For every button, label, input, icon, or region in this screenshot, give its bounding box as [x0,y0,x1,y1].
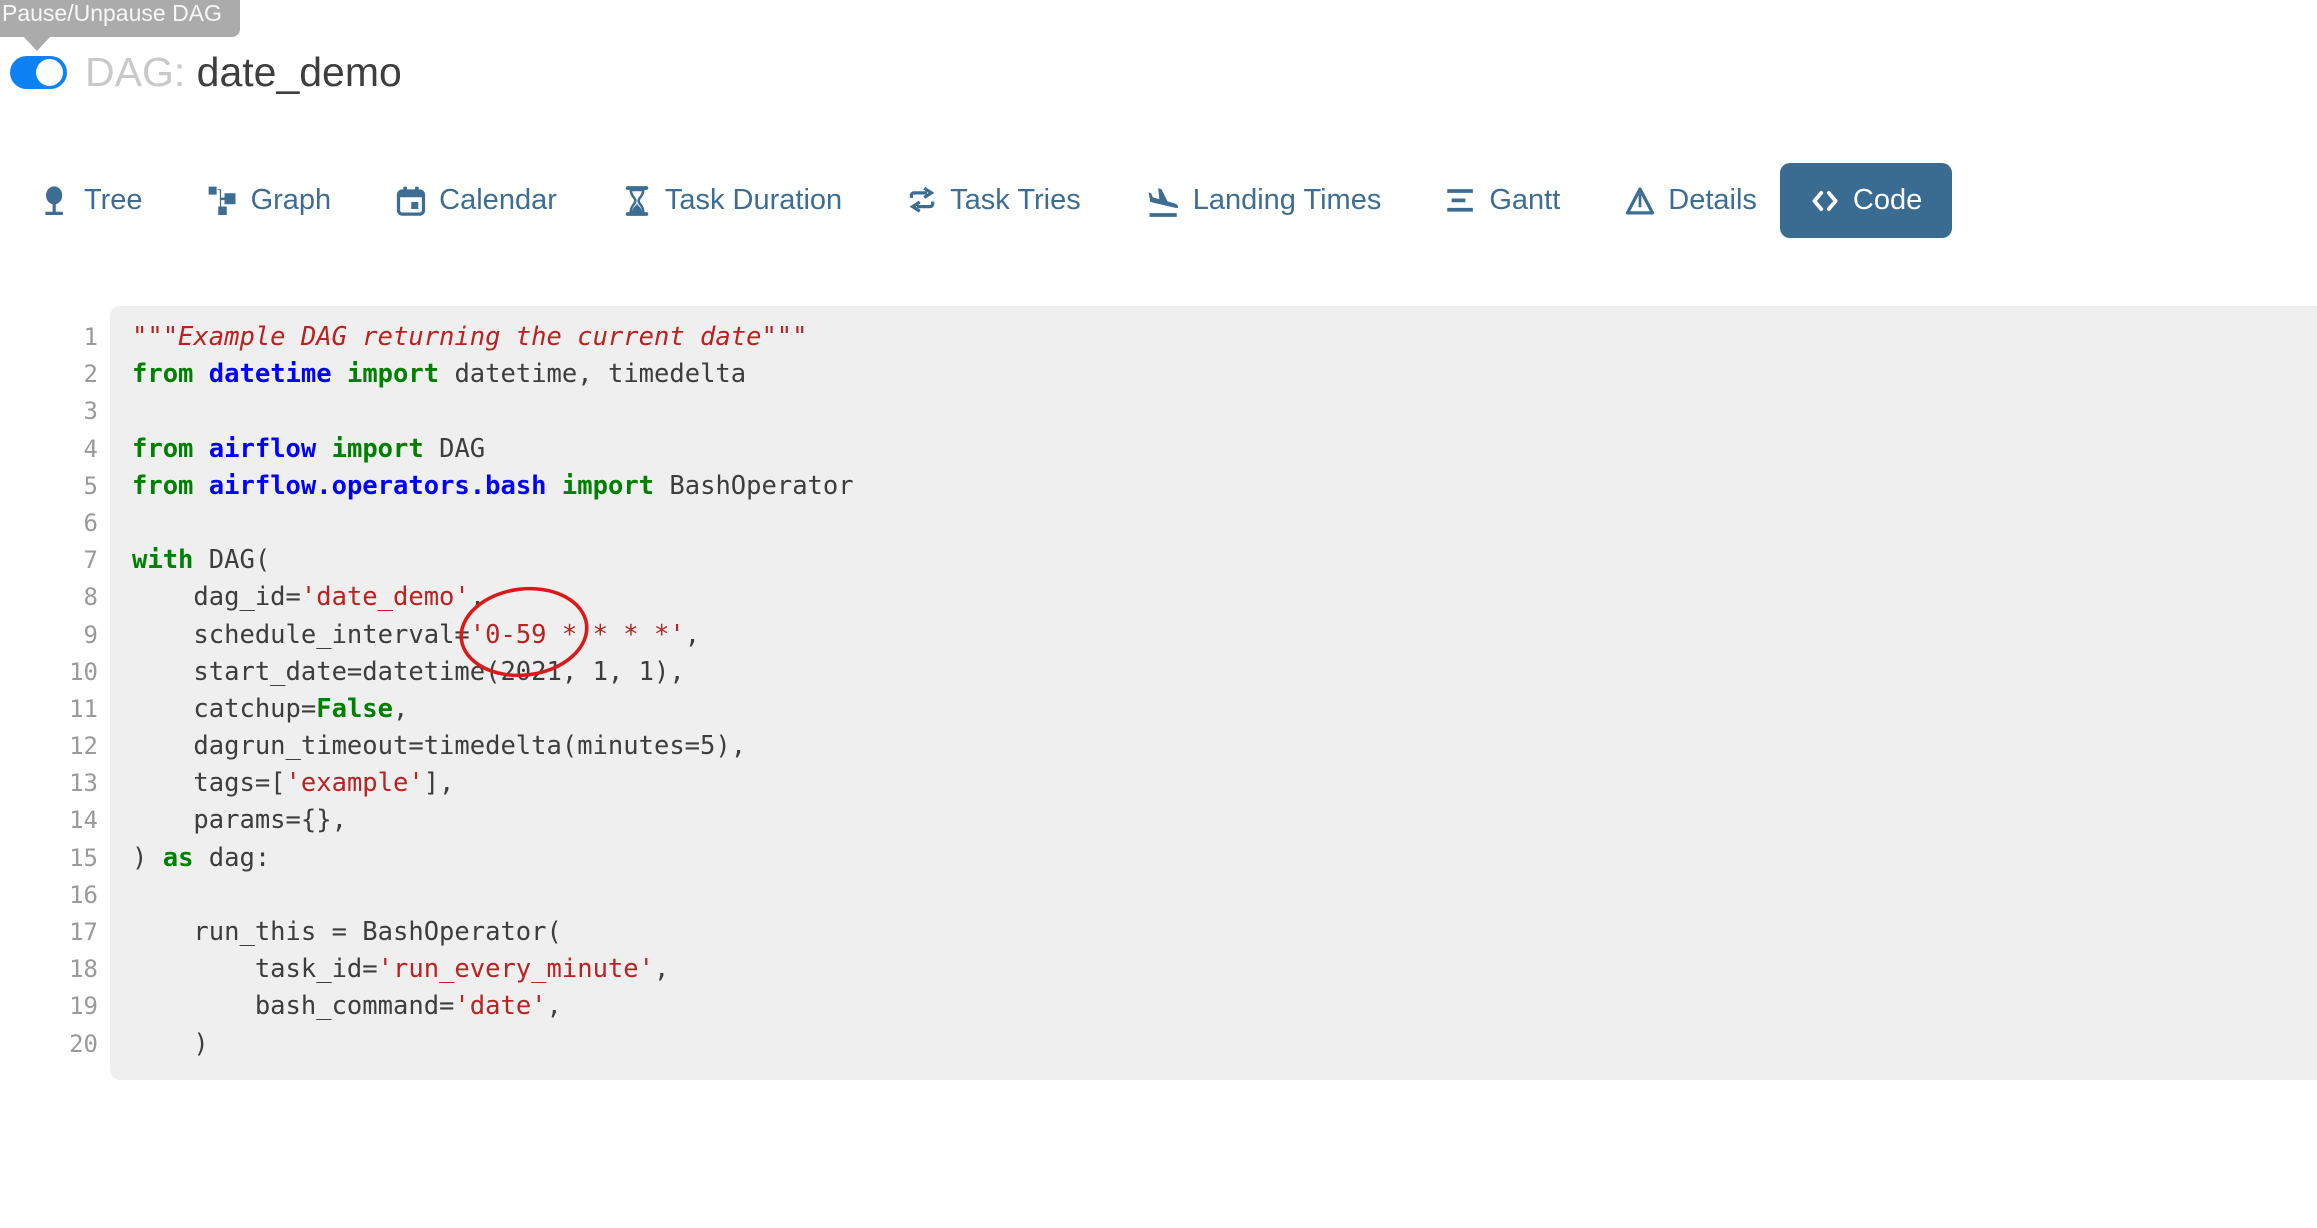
code-line: from datetime import datetime, timedelta [132,356,2307,393]
code-line: ) [132,1026,2307,1063]
code-line: bash_command='date', [132,988,2307,1025]
code-line [132,877,2307,914]
line-number-gutter: 1234567891011121314151617181920 [0,306,110,1080]
plane-landing-icon [1146,184,1180,218]
line-number: 16 [0,877,98,914]
code-line: from airflow.operators.bash import BashO… [132,468,2307,505]
code-line: start_date=datetime(2021, 1, 1), [132,654,2307,691]
pause-toggle[interactable] [10,56,67,89]
hourglass-icon [622,186,652,216]
code-line: dag_id='date_demo', [132,579,2307,616]
tab-label: Calendar [439,184,557,217]
tab-label: Details [1668,184,1757,217]
tab-details[interactable]: Details [1625,184,1757,217]
graph-icon [208,186,238,216]
line-number: 13 [0,765,98,802]
tab-landing-times[interactable]: Landing Times [1146,184,1382,218]
dag-header: DAG: date_demo [10,50,402,94]
code-line: tags=['example'], [132,765,2307,802]
gantt-bars-icon [1446,186,1476,216]
code-line: dagrun_timeout=timedelta(minutes=5), [132,728,2307,765]
tab-tree[interactable]: Tree [41,184,143,217]
repeat-icon [907,186,937,216]
line-number: 3 [0,393,98,430]
line-number: 12 [0,728,98,765]
line-number: 6 [0,505,98,542]
dag-source-code: """Example DAG returning the current dat… [110,306,2317,1080]
line-number: 1 [0,319,98,356]
tab-label: Graph [251,184,332,217]
line-number: 15 [0,840,98,877]
page-title: DAG: date_demo [85,49,402,96]
line-number: 17 [0,914,98,951]
tab-label: Tree [84,184,143,217]
details-icon [1625,186,1655,216]
code-line: schedule_interval='0-59 * * * *', [132,617,2307,654]
tab-label: Task Duration [665,184,842,217]
line-number: 8 [0,579,98,616]
tab-graph[interactable]: Graph [208,184,332,217]
line-number: 4 [0,431,98,468]
line-number: 7 [0,542,98,579]
code-line: catchup=False, [132,691,2307,728]
code-brackets-icon [1810,186,1840,216]
toggle-knob [36,59,63,86]
pause-unpause-tooltip: Pause/Unpause DAG [0,0,240,37]
code-line: from airflow import DAG [132,431,2307,468]
code-block: 1234567891011121314151617181920 """Examp… [0,306,2317,1080]
code-line: ) as dag: [132,840,2307,877]
line-number: 2 [0,356,98,393]
code-line: """Example DAG returning the current dat… [132,319,2307,356]
line-number: 5 [0,468,98,505]
line-number: 18 [0,951,98,988]
line-number: 14 [0,802,98,839]
tab-task-duration[interactable]: Task Duration [622,184,842,217]
tab-gantt[interactable]: Gantt [1446,184,1560,217]
line-number: 20 [0,1026,98,1063]
tab-label: Task Tries [950,184,1081,217]
code-line: run_this = BashOperator( [132,914,2307,951]
code-line: task_id='run_every_minute', [132,951,2307,988]
line-number: 10 [0,654,98,691]
tab-label: Code [1853,184,1922,217]
tab-calendar[interactable]: Calendar [396,184,557,217]
code-line: with DAG( [132,542,2307,579]
tab-label: Gantt [1489,184,1560,217]
tab-task-tries[interactable]: Task Tries [907,184,1081,217]
tooltip-text: Pause/Unpause DAG [2,0,222,26]
code-line [132,393,2307,430]
line-number: 11 [0,691,98,728]
tree-icon [41,186,71,216]
tab-label: Landing Times [1193,184,1382,217]
calendar-icon [396,186,426,216]
tooltip-arrow [24,37,50,51]
tab-code[interactable]: Code [1780,163,1952,238]
line-number: 9 [0,617,98,654]
code-line [132,505,2307,542]
dag-view-tabs: Tree Graph Calendar Task Duration Task Tries… [41,163,1952,238]
dag-label: DAG: [85,49,185,95]
line-number: 19 [0,988,98,1025]
dag-name: date_demo [197,49,402,95]
code-line: params={}, [132,802,2307,839]
